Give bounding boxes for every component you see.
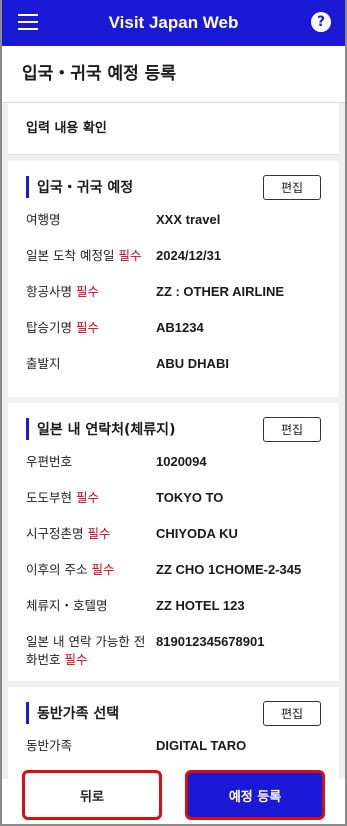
detail-row: 탑승기명 필수 AB1234 [26, 319, 321, 349]
section-accent-bar [26, 176, 29, 198]
row-label: 항공사명 필수 [26, 283, 156, 313]
section-header: 일본 내 연락처(체류지) 편집 [26, 415, 321, 443]
row-value: ZZ : OTHER AIRLINE [156, 284, 285, 299]
row-value: TOKYO TO [156, 490, 224, 505]
confirm-content: 입력 내용 확인 입국・귀국 예정 편집 여행명 XXX travel 일본 도착 예정… [2, 103, 345, 779]
row-label-text: 여행명 [26, 212, 61, 227]
app-frame: Visit Japan Web ? 입국・귀국 예정 등록 입력 내용 확인 입… [0, 0, 347, 826]
required-badge: 필수 [76, 320, 100, 335]
row-label-text: 동반가족 [26, 738, 73, 753]
section-title: 입국・귀국 예정 [26, 176, 133, 198]
required-badge: 필수 [64, 652, 88, 667]
section-accent-bar [26, 702, 29, 724]
row-label-text: 도도부현 [26, 490, 73, 505]
row-label-text: 일본 도착 예정일 [26, 248, 115, 263]
row-value: ZZ CHO 1CHOME-2-345 [156, 562, 302, 577]
required-badge: 필수 [76, 490, 100, 505]
row-label: 체류지・호텔명 [26, 597, 156, 627]
row-label: 이후의 주소 필수 [26, 561, 156, 591]
row-label-text: 출발지 [26, 356, 61, 371]
row-label-text: 탑승기명 [26, 320, 73, 335]
detail-row: 이후의 주소 필수 ZZ CHO 1CHOME-2-345 [26, 561, 321, 591]
section: 일본 내 연락처(체류지) 편집 우편번호 1020094 도도부현 필수 TOKYO T… [8, 403, 339, 681]
detail-row: 일본 도착 예정일 필수 2024/12/31 [26, 247, 321, 277]
confirm-label: 입력 내용 확인 [8, 103, 339, 155]
row-label: 여행명 [26, 211, 156, 241]
section-title: 동반가족 선택 [26, 702, 119, 724]
section-title-text: 일본 내 연락처(체류지) [37, 422, 176, 438]
row-label-text: 시구정촌명 [26, 526, 84, 541]
back-button[interactable]: 뒤로 [22, 770, 162, 820]
row-value: 1020094 [156, 454, 207, 469]
edit-button[interactable]: 편집 [263, 700, 321, 726]
row-label: 탑승기명 필수 [26, 319, 156, 349]
required-badge: 필수 [87, 526, 111, 541]
row-value: CHIYODA KU [156, 526, 238, 541]
sections-container: 입국・귀국 예정 편집 여행명 XXX travel 일본 도착 예정일 필수 2024/… [8, 161, 339, 779]
row-value: DIGITAL TARO [156, 738, 247, 753]
row-value: AB1234 [156, 320, 204, 335]
app-title: Visit Japan Web [108, 13, 239, 32]
row-label: 출발지 [26, 355, 156, 385]
section-title-text: 동반가족 선택 [37, 706, 120, 722]
app-bar: Visit Japan Web ? [2, 0, 345, 46]
row-label: 도도부현 필수 [26, 489, 156, 519]
detail-row: 우편번호 1020094 [26, 453, 321, 483]
row-label-text: 체류지・호텔명 [26, 598, 108, 613]
action-bar: 뒤로 예정 등록 [22, 770, 325, 820]
section-header: 동반가족 선택 편집 [26, 699, 321, 727]
help-icon[interactable]: ? [311, 12, 331, 32]
detail-row: 출발지 ABU DHABI [26, 355, 321, 385]
row-value: ABU DHABI [156, 356, 229, 371]
row-label: 우편번호 [26, 453, 156, 483]
required-badge: 필수 [91, 562, 115, 577]
section: 동반가족 선택 편집동반가족 DIGITAL TARO [8, 687, 339, 779]
page-title: 입국・귀국 예정 등록 [2, 46, 345, 103]
edit-button[interactable]: 편집 [263, 174, 321, 200]
detail-row: 도도부현 필수 TOKYO TO [26, 489, 321, 519]
detail-row: 시구정촌명 필수 CHIYODA KU [26, 525, 321, 555]
required-badge: 필수 [118, 248, 142, 263]
section-title: 일본 내 연락처(체류지) [26, 418, 175, 440]
detail-row: 여행명 XXX travel [26, 211, 321, 241]
detail-row: 항공사명 필수 ZZ : OTHER AIRLINE [26, 283, 321, 313]
detail-row: 체류지・호텔명 ZZ HOTEL 123 [26, 597, 321, 627]
row-value: XXX travel [156, 212, 221, 227]
register-button[interactable]: 예정 등록 [185, 770, 325, 820]
row-value: ZZ HOTEL 123 [156, 598, 245, 613]
row-label-text: 항공사명 [26, 284, 73, 299]
detail-row: 동반가족 DIGITAL TARO [26, 737, 321, 767]
section-accent-bar [26, 418, 29, 440]
row-label-text: 이후의 주소 [26, 562, 88, 577]
section-title-text: 입국・귀국 예정 [37, 180, 134, 196]
edit-button[interactable]: 편집 [263, 416, 321, 442]
row-label-text: 우편번호 [26, 454, 73, 469]
required-badge: 필수 [76, 284, 100, 299]
row-label: 일본 내 연락 가능한 전화번호 필수 [26, 633, 156, 669]
row-label: 시구정촌명 필수 [26, 525, 156, 555]
row-label: 일본 도착 예정일 필수 [26, 247, 156, 277]
row-value: 819012345678901 [156, 634, 265, 649]
row-value: 2024/12/31 [156, 248, 222, 263]
section-header: 입국・귀국 예정 편집 [26, 173, 321, 201]
section: 입국・귀국 예정 편집 여행명 XXX travel 일본 도착 예정일 필수 2024/… [8, 161, 339, 397]
row-label: 동반가족 [26, 737, 156, 767]
detail-row: 일본 내 연락 가능한 전화번호 필수 819012345678901 [26, 633, 321, 669]
